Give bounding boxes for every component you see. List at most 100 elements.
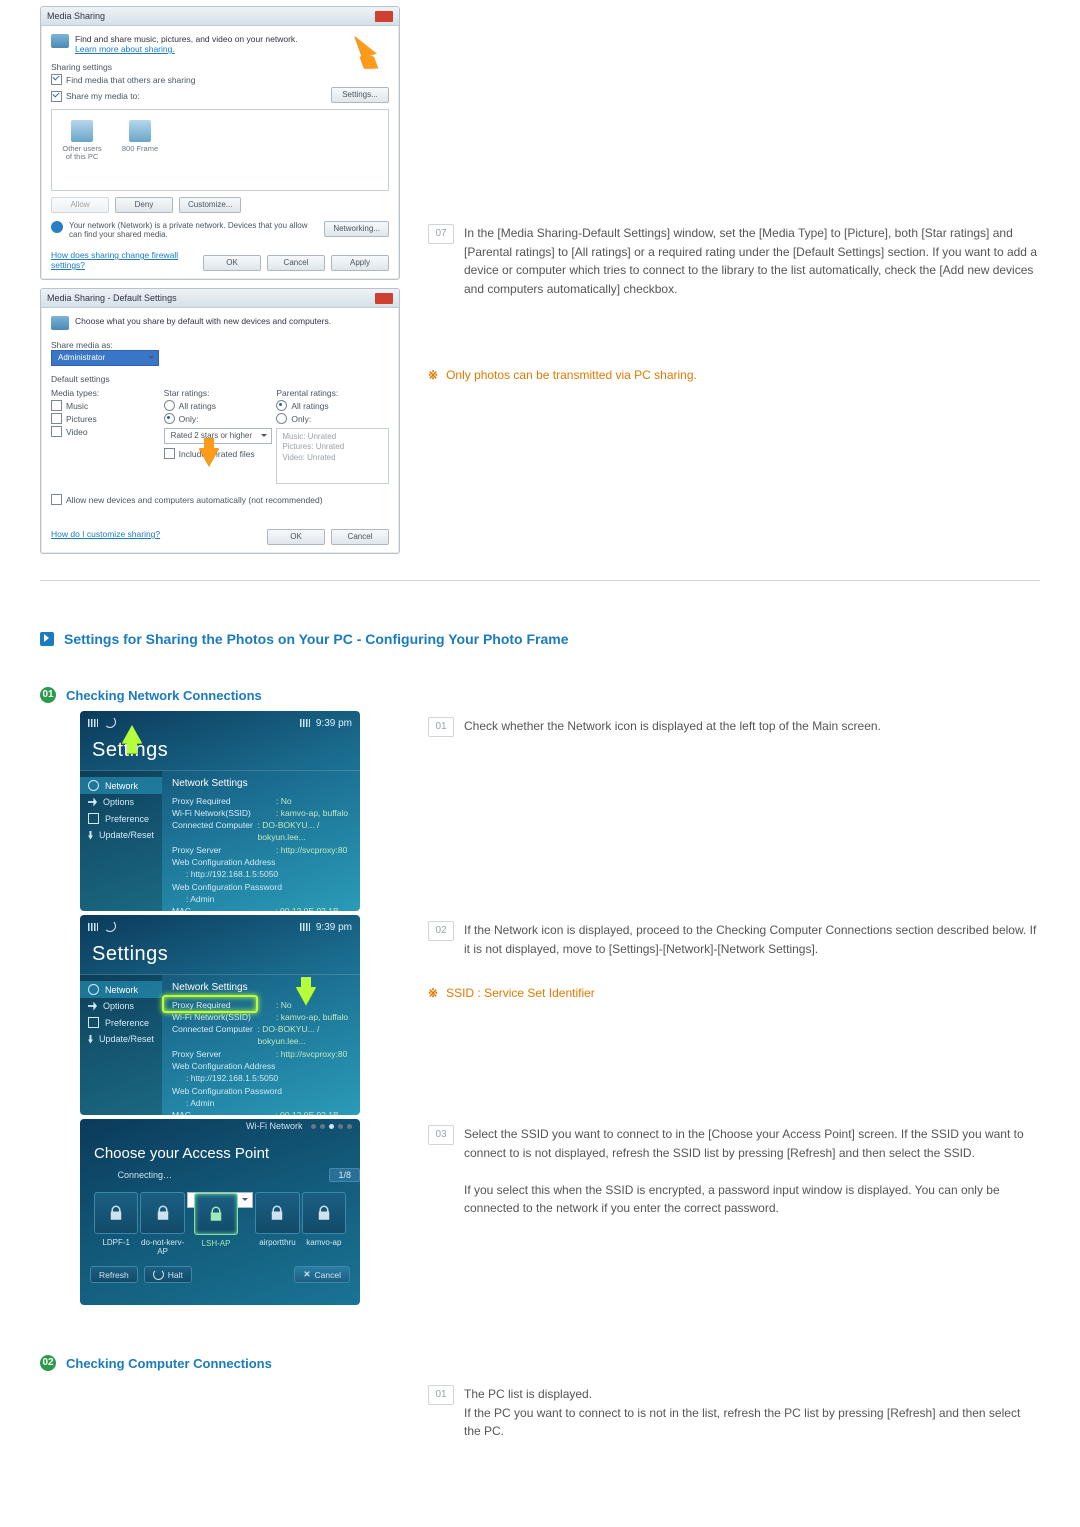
allow-button[interactable]: Allow [51, 197, 109, 213]
cancel-button[interactable]: Cancel [331, 529, 389, 545]
device-frame[interactable]: 800 Frame [120, 120, 160, 176]
halt-button[interactable]: Halt [144, 1266, 192, 1283]
sidebar-item-network[interactable]: Network [80, 981, 162, 998]
ap-cancel-button[interactable]: ✕Cancel [294, 1266, 350, 1283]
network-settings-heading: Network Settings [172, 981, 350, 996]
star-rating-select[interactable]: Rated 2 stars or higher [164, 428, 272, 444]
sub-title-01: Checking Network Connections [66, 688, 262, 703]
sidebar-item-options[interactable]: Options [80, 998, 162, 1014]
step-number: 07 [428, 224, 454, 244]
find-media-checkbox[interactable] [51, 74, 62, 85]
refresh-button[interactable]: Refresh [90, 1266, 138, 1283]
ap-card[interactable]: kamvo-ap [302, 1192, 346, 1256]
apply-button[interactable]: Apply [331, 255, 389, 271]
device-area: Other users of this PC 800 Frame [51, 109, 389, 191]
sub02-step-01: 01 The PC list is displayed. If the PC y… [428, 1385, 1040, 1441]
ap-topbar-label: Wi-Fi Network [246, 1121, 303, 1131]
add-new-checkbox[interactable] [51, 494, 62, 505]
step-number: 03 [428, 1125, 454, 1145]
sidebar-item-update[interactable]: Update/Reset [80, 827, 162, 843]
sidebar-item-preference[interactable]: Preference [80, 810, 162, 827]
signal-icon [300, 719, 310, 727]
preference-icon [88, 1017, 99, 1028]
signal-icon [88, 719, 98, 727]
ssid-note-text: SSID : Service Set Identifier [446, 986, 595, 1000]
pictures-checkbox[interactable] [51, 413, 62, 424]
x-icon: ✕ [303, 1269, 310, 1280]
ap-card-selected[interactable]: LSH-AP [187, 1192, 253, 1208]
sidebar-item-options[interactable]: Options [80, 794, 162, 810]
frame-sidebar: Network Options Preference Update/Reset [80, 771, 162, 911]
frame-title: Settings [80, 935, 360, 974]
col-star-label: Star ratings: [164, 388, 277, 398]
arrow-down-icon [296, 987, 316, 1005]
close-icon[interactable] [375, 11, 393, 22]
dialog-intro: Find and share music, pictures, and vide… [75, 34, 298, 44]
music-checkbox[interactable] [51, 400, 62, 411]
lock-icon [207, 1205, 225, 1223]
include-unrated-checkbox[interactable] [164, 448, 175, 459]
ok-button[interactable]: OK [267, 529, 325, 545]
frame-sidebar: Network Options Preference Update/Reset [80, 975, 162, 1115]
update-icon [88, 1035, 93, 1044]
media-sharing-screenshots: Media Sharing Find and share music, pict… [40, 6, 400, 554]
find-media-label: Find media that others are sharing [66, 75, 195, 85]
pager-dots [311, 1124, 352, 1129]
network-settings-heading: Network Settings [172, 777, 350, 792]
share-as-label: Share media as: [51, 340, 389, 350]
gear-icon [88, 780, 99, 791]
lock-icon [107, 1204, 125, 1222]
firewall-link[interactable]: How does sharing change firewall setting… [51, 250, 203, 270]
ap-connecting: Connecting… [80, 1170, 209, 1180]
step-07: 07 In the [Media Sharing-Default Setting… [428, 224, 1040, 298]
step-text: If the Network icon is displayed, procee… [464, 921, 1040, 958]
star-all-radio[interactable] [164, 400, 175, 411]
step-number: 02 [428, 921, 454, 941]
cancel-button[interactable]: Cancel [267, 255, 325, 271]
sub01-step-02: 02 If the Network icon is displayed, pro… [428, 921, 1040, 958]
note-symbol: ※ [428, 986, 438, 1000]
deny-button[interactable]: Deny [115, 197, 173, 213]
dialog-title: Media Sharing - Default Settings [47, 293, 177, 303]
how-customize-link[interactable]: How do I customize sharing? [51, 529, 160, 539]
sub-title-02: Checking Computer Connections [66, 1356, 272, 1371]
preference-icon [88, 813, 99, 824]
sidebar-item-preference[interactable]: Preference [80, 1014, 162, 1031]
ap-card[interactable]: LDPF-1 [94, 1192, 138, 1256]
device-this-pc[interactable]: Other users of this PC [62, 120, 102, 176]
close-icon[interactable] [375, 293, 393, 304]
step-text: Check whether the Network icon is displa… [464, 717, 1040, 737]
ap-card[interactable]: airportthru [255, 1192, 299, 1256]
lock-icon [268, 1204, 286, 1222]
parent-only-radio[interactable] [276, 413, 287, 424]
wifi-icon [104, 718, 114, 728]
share-as-select[interactable]: Administrator [51, 350, 159, 366]
networking-button[interactable]: Networking... [324, 221, 389, 237]
customize-button[interactable]: Customize... [179, 197, 241, 213]
default-settings-dialog: Media Sharing - Default Settings Choose … [40, 288, 400, 554]
update-icon [88, 831, 93, 840]
learn-more-link[interactable]: Learn more about sharing. [75, 44, 175, 54]
media-icon [51, 34, 69, 48]
play-square-icon [40, 632, 54, 646]
sub-bullet-02: 02 [40, 1355, 56, 1371]
share-to-checkbox[interactable] [51, 91, 62, 102]
settings-button[interactable]: Settings... [331, 87, 389, 103]
signal-icon [300, 923, 310, 931]
sub-bullet-01: 01 [40, 687, 56, 703]
arrow-up-icon [122, 725, 142, 743]
sidebar-item-update[interactable]: Update/Reset [80, 1031, 162, 1047]
video-checkbox[interactable] [51, 426, 62, 437]
step-number: 01 [428, 717, 454, 737]
parent-all-radio[interactable] [276, 400, 287, 411]
sub01-step-01: 01 Check whether the Network icon is dis… [428, 717, 1040, 737]
col-parent-label: Parental ratings: [276, 388, 389, 398]
sidebar-item-network[interactable]: Network [80, 777, 162, 794]
settings-frame-screenshot-2: 9:39 pm Settings Network Options Prefere… [80, 915, 360, 1115]
ap-card[interactable]: do-not-kerv-AP [140, 1192, 184, 1256]
step-text-p1: Select the SSID you want to connect to i… [464, 1127, 1024, 1160]
star-only-radio[interactable] [164, 413, 175, 424]
wrench-icon [88, 1002, 97, 1011]
separator [40, 580, 1040, 581]
ok-button[interactable]: OK [203, 255, 261, 271]
